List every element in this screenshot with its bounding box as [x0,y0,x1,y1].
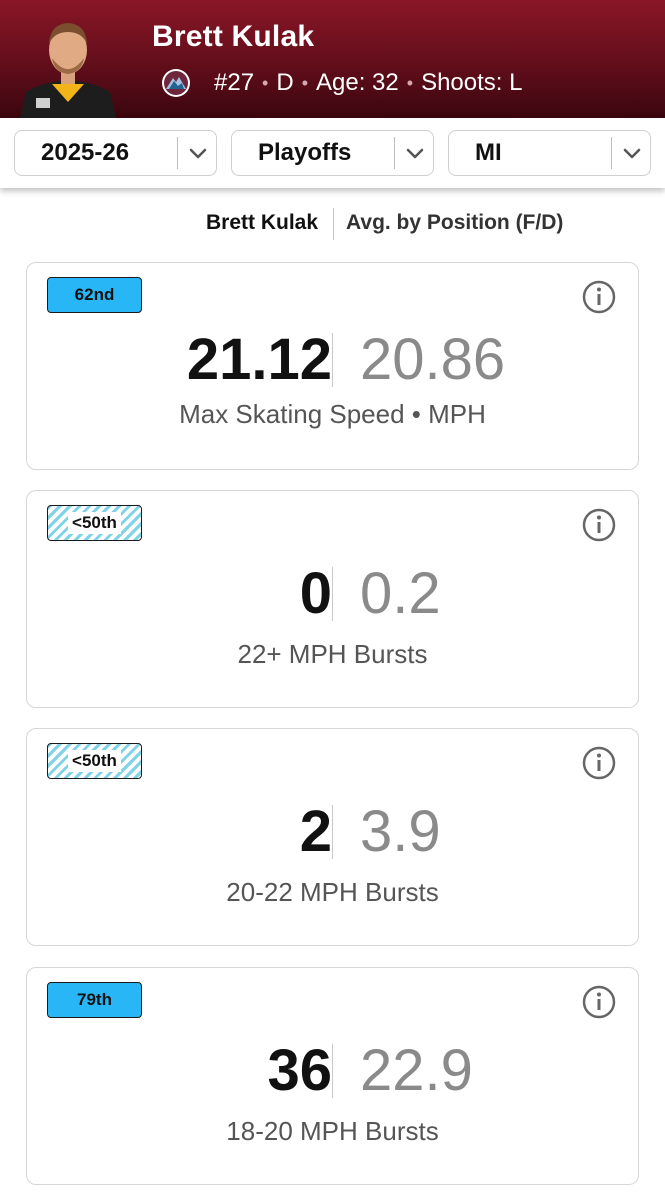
game-type-select[interactable]: Playoffs [231,130,434,176]
chevron-down-icon[interactable] [187,142,209,164]
percentile-badge: <50th [47,743,142,779]
percentile-badge: 79th [47,982,142,1018]
filter-bar: 2025-26 Playoffs MI [0,118,665,188]
stat-label: 22+ MPH Bursts [237,639,428,669]
average-value: 0.2 [360,561,441,626]
comparison-legend: Brett Kulak Avg. by Position (F/D) [0,208,665,240]
value-divider [332,1044,333,1098]
info-icon[interactable] [582,985,616,1019]
percentile-badge: 62nd [47,277,142,313]
value-divider [332,567,333,621]
average-value: 22.9 [360,1038,473,1103]
info-icon[interactable] [582,746,616,780]
avalanche-logo-icon [162,69,190,97]
strength-value: MI [475,139,502,166]
info-icon[interactable] [582,280,616,314]
chevron-down-icon[interactable] [621,142,643,164]
chevron-down-icon[interactable] [404,142,426,164]
percentile-badge: <50th [47,505,142,541]
player-header: Brett Kulak #27 • D • Age: 32 • Shoots: … [0,0,665,118]
value-divider [332,805,333,859]
stat-card-max-speed: 62nd 21.12 20.86 Max Skating Speed • MPH [26,262,639,470]
player-shoots: Shoots: L [421,69,523,96]
separator-dot: • [301,72,309,93]
player-position: D [276,69,294,96]
legend-average: Avg. by Position (F/D) [346,211,564,234]
legend-player: Brett Kulak [206,211,319,234]
player-value: 36 [267,1038,332,1103]
legend-divider [333,208,334,240]
stat-label: Max Skating Speed • MPH [179,399,486,429]
season-value: 2025-26 [41,139,130,166]
player-value: 21.12 [186,327,332,392]
average-value: 3.9 [360,799,441,864]
player-headshot [20,23,116,118]
season-select[interactable]: 2025-26 [14,130,217,176]
select-divider [177,137,178,169]
value-divider [332,333,333,387]
game-type-value: Playoffs [258,139,352,166]
player-age: Age: 32 [316,69,399,96]
stat-label: 20-22 MPH Bursts [226,877,439,907]
info-icon[interactable] [582,508,616,542]
average-value: 20.86 [360,327,506,392]
stat-card-18-20-bursts: 79th 36 22.9 18-20 MPH Bursts [26,967,639,1185]
stat-card-22-plus-bursts: <50th 0 0.2 22+ MPH Bursts [26,490,639,708]
separator-dot: • [406,72,414,93]
player-value: 0 [299,561,332,626]
player-value: 2 [299,799,332,864]
select-divider [394,137,395,169]
strength-select[interactable]: MI [448,130,651,176]
player-name: Brett Kulak [152,20,315,53]
stat-card-20-22-bursts: <50th 2 3.9 20-22 MPH Bursts [26,728,639,946]
player-meta: #27 • D • Age: 32 • Shoots: L [160,66,522,100]
player-number: #27 [214,69,255,96]
select-divider [611,137,612,169]
stat-label: 18-20 MPH Bursts [226,1116,439,1146]
separator-dot: • [262,72,269,93]
